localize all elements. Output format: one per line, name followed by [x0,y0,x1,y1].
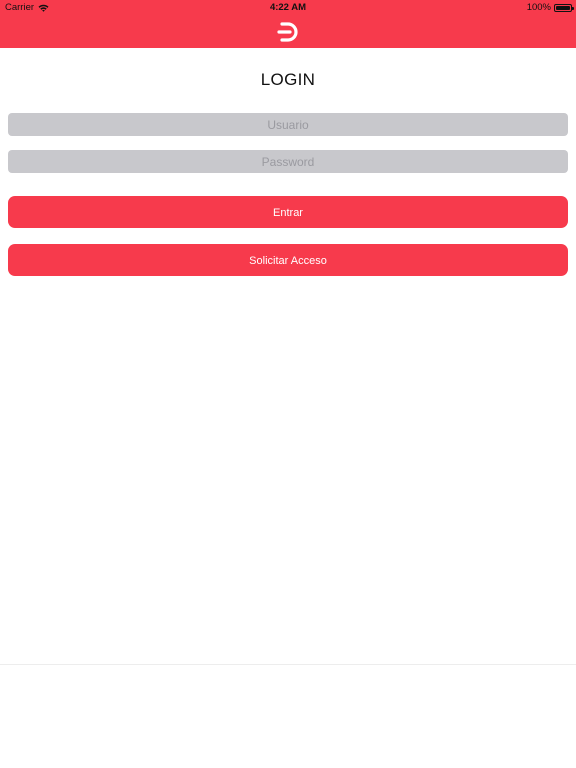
request-access-button[interactable]: Solicitar Acceso [8,244,568,276]
app-header: Carrier 4:22 AM 100% [0,0,576,48]
login-button[interactable]: Entrar [8,196,568,228]
username-field[interactable] [8,113,568,136]
brand-logo-icon [277,22,298,42]
battery-indicator: 100% [526,2,574,13]
battery-percentage: 100% [526,2,551,13]
status-bar: Carrier 4:22 AM 100% [0,0,576,16]
status-time: 4:22 AM [269,2,307,13]
bottom-bar [0,665,576,768]
login-screen: Carrier 4:22 AM 100% LOGIN Usuario Entra… [0,0,576,768]
battery-icon [554,3,574,12]
password-field[interactable] [8,150,568,173]
page-title: LOGIN [260,70,316,89]
